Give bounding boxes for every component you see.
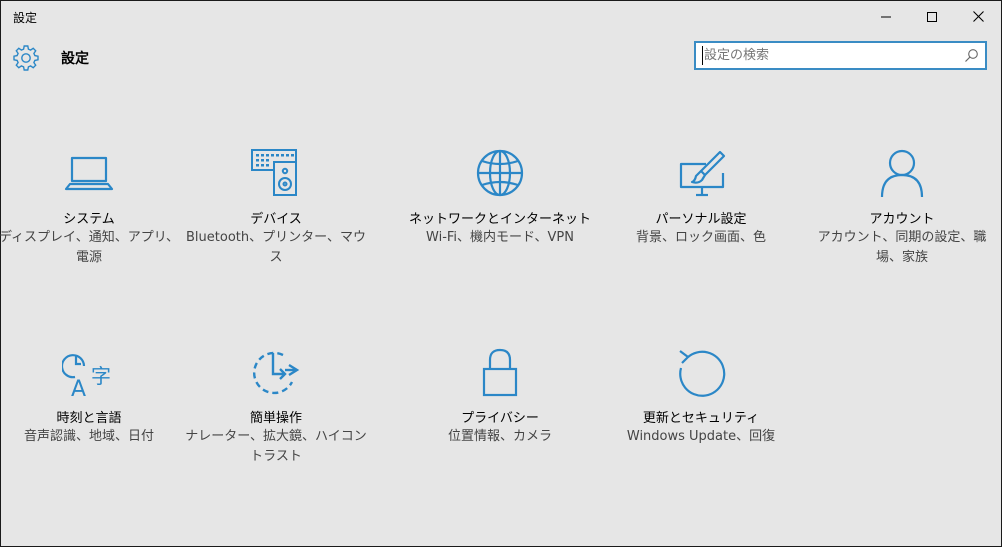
maximize-icon: [927, 11, 937, 22]
gear-icon: [13, 45, 39, 71]
tile-description: ナレーター、拡大鏡、ハイコントラスト: [185, 429, 367, 464]
search-box[interactable]: [694, 41, 987, 70]
tile-title: システム: [63, 212, 115, 227]
tile-description: アカウント、同期の設定、職場、家族: [817, 230, 987, 265]
tile-title: デバイス: [250, 212, 302, 227]
update-icon: [674, 348, 728, 402]
ease-of-access-icon: [249, 348, 303, 402]
tile-title: 簡単操作: [249, 411, 302, 426]
search-icon[interactable]: [964, 48, 979, 63]
tile-title: 時刻と言語: [56, 411, 122, 426]
tile-description: Windows Update、回復: [626, 429, 776, 444]
tile-description: Wi-Fi、機内モード、VPN: [426, 230, 574, 245]
tile-description: 音声認識、地域、日付: [23, 429, 154, 444]
maximize-button[interactable]: [909, 1, 955, 32]
settings-window: 設定 設定 設定の検索 システム ディスプレイ、通知、アプリ、電源 デバイス B…: [0, 0, 1002, 547]
tile-title: ネットワークとインターネット: [408, 212, 591, 227]
window-title: 設定: [13, 11, 38, 25]
svg-text:字: 字: [91, 364, 111, 388]
tile-description: 位置情報、カメラ: [447, 429, 552, 444]
time-language-icon: A 字: [62, 348, 116, 402]
minimize-button[interactable]: [863, 1, 909, 32]
tile-description: 背景、ロック画面、色: [635, 230, 766, 245]
tile-title: パーソナル設定: [655, 212, 747, 227]
devices-icon: [249, 149, 303, 203]
tile-title: 更新とセキュリティ: [642, 411, 760, 426]
page-title: 設定: [61, 51, 89, 67]
title-bar[interactable]: 設定: [1, 1, 1001, 32]
tile-title: アカウント: [869, 212, 935, 227]
laptop-icon: [62, 149, 116, 203]
lock-icon: [473, 348, 527, 402]
tile-description: Bluetooth、プリンター、マウス: [186, 230, 366, 265]
globe-icon: [473, 149, 527, 203]
search-input[interactable]: [702, 46, 954, 65]
person-icon: [875, 149, 929, 203]
minimize-icon: [881, 16, 891, 17]
personalization-icon: [674, 149, 728, 203]
svg-text:A: A: [71, 377, 86, 402]
close-button[interactable]: [955, 1, 1001, 32]
close-icon: [972, 11, 984, 22]
tile-title: プライバシー: [461, 411, 539, 426]
tile-description: ディスプレイ、通知、アプリ、電源: [0, 230, 180, 265]
